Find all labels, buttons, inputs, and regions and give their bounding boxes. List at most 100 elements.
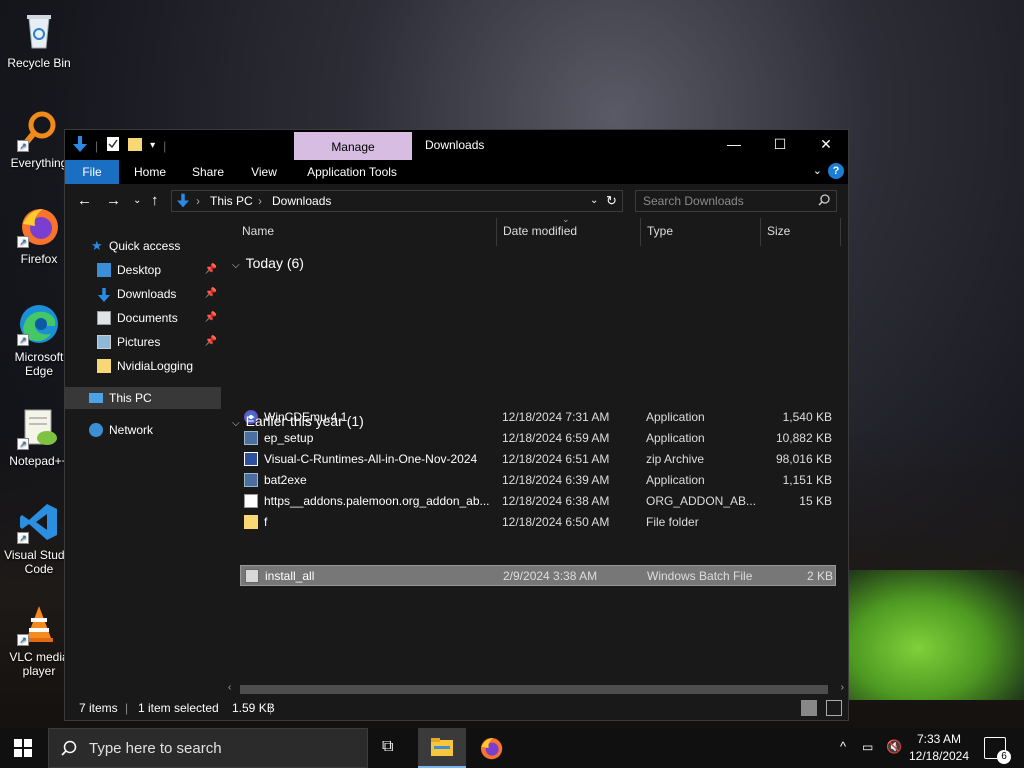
- vscode-icon: ↗: [17, 500, 61, 544]
- large-icons-view-icon[interactable]: [826, 700, 842, 716]
- customize-toolbar-icon[interactable]: ▾: [150, 140, 155, 151]
- status-divider: |: [269, 701, 273, 715]
- group-header-earlier[interactable]: ⌵ Earlier this year (1): [232, 413, 364, 429]
- nav-label: Desktop: [117, 263, 162, 277]
- title-bar[interactable]: | ▾ | Manage Downloads — ☐ ✕: [65, 130, 848, 160]
- up-button[interactable]: ↑: [151, 192, 159, 209]
- file-explorer-window: | ▾ | Manage Downloads — ☐ ✕ File Home S…: [64, 129, 849, 721]
- file-row[interactable]: Visual-C-Runtimes-All-in-One-Nov-2024 12/…: [240, 449, 836, 470]
- notepadpp-icon: ↗: [17, 406, 61, 450]
- minimize-button[interactable]: —: [711, 130, 757, 160]
- column-header-type[interactable]: Type: [641, 218, 761, 246]
- column-header-size[interactable]: Size: [761, 218, 841, 246]
- file-type: Windows Batch File: [647, 569, 753, 583]
- pin-icon: 📌: [204, 288, 217, 299]
- file-name: https__addons.palemoon.org_addon_ab...: [264, 494, 490, 508]
- status-bar: 7 items | 1 item selected 1.59 KB |: [65, 696, 848, 720]
- show-hidden-icons-button[interactable]: ^: [840, 739, 846, 768]
- search-box[interactable]: [635, 190, 837, 212]
- scroll-right-icon[interactable]: ›: [841, 682, 844, 693]
- file-size: 10,882 KB: [775, 431, 832, 445]
- address-bar[interactable]: › This PC › Downloads ⌄ ↻: [171, 190, 623, 212]
- maximize-button[interactable]: ☐: [757, 130, 803, 160]
- nav-label: Documents: [117, 311, 178, 325]
- tab-manage[interactable]: Manage: [294, 132, 412, 160]
- pin-icon: 📌: [204, 264, 217, 275]
- volume-muted-icon[interactable]: 🔇: [886, 739, 902, 768]
- tab-share[interactable]: Share: [181, 160, 235, 184]
- scrollbar-thumb[interactable]: [240, 685, 828, 694]
- taskbar-file-explorer[interactable]: [418, 728, 466, 768]
- properties-icon[interactable]: [106, 136, 120, 155]
- desktop-icon-recycle-bin[interactable]: Recycle Bin: [0, 8, 78, 70]
- breadcrumb-separator: ›: [196, 194, 200, 208]
- breadcrumb-downloads[interactable]: Downloads: [272, 194, 331, 208]
- file-size: 2 KB: [806, 569, 833, 583]
- back-button[interactable]: ←: [77, 192, 92, 209]
- close-button[interactable]: ✕: [803, 130, 849, 160]
- window-title: Downloads: [425, 138, 485, 152]
- ribbon-tabs: File Home Share View Application Tools ⌄…: [65, 160, 848, 184]
- nav-item-downloads[interactable]: Downloads 📌: [65, 283, 221, 305]
- clock-date: 12/18/2024: [908, 749, 970, 763]
- start-button[interactable]: [14, 739, 32, 760]
- file-type: Application: [646, 431, 705, 445]
- expand-ribbon-icon[interactable]: ⌄: [813, 164, 822, 177]
- scroll-left-icon[interactable]: ‹: [228, 682, 231, 693]
- nav-item-nvidialogging[interactable]: NvidiaLogging: [65, 355, 221, 377]
- file-row[interactable]: bat2exe 12/18/2024 6:39 AM Application 1,15…: [240, 470, 836, 491]
- group-header-today[interactable]: ⌵ Today (6): [232, 255, 304, 271]
- nav-this-pc[interactable]: This PC: [65, 387, 221, 409]
- column-header-name[interactable]: Name: [236, 218, 497, 246]
- help-button[interactable]: ?: [828, 163, 844, 179]
- nav-item-desktop[interactable]: Desktop 📌: [65, 259, 221, 281]
- network-status-icon[interactable]: ▭: [862, 740, 873, 768]
- tab-view[interactable]: View: [237, 160, 291, 184]
- sort-indicator-icon: ⌄: [562, 214, 570, 224]
- file-date: 12/18/2024 6:50 AM: [502, 515, 610, 529]
- file-row[interactable]: ep_setup 12/18/2024 6:59 AM Application 10,…: [240, 428, 836, 449]
- recent-locations-button[interactable]: ⌄: [133, 195, 141, 206]
- tab-home[interactable]: Home: [123, 160, 177, 184]
- forward-button[interactable]: →: [106, 192, 121, 209]
- recycle-bin-icon: [17, 8, 61, 52]
- navigation-pane: ★ Quick access Desktop 📌 Downloads 📌 Doc…: [65, 218, 221, 696]
- nav-label: This PC: [109, 391, 152, 405]
- taskbar-firefox[interactable]: [478, 735, 504, 764]
- group-label: Earlier this year (1): [245, 413, 364, 429]
- new-folder-icon[interactable]: [128, 136, 143, 155]
- navigation-bar: ← → ⌄ ↑ › This PC › Downloads ⌄ ↻: [65, 184, 848, 218]
- wallpaper-tent: [848, 570, 1024, 700]
- file-row[interactable]: install_all 2/9/2024 3:38 AM Windows Batch…: [240, 565, 836, 586]
- file-type: Application: [646, 473, 705, 487]
- zip-icon: [244, 452, 258, 466]
- shortcut-arrow-icon: ↗: [17, 140, 29, 152]
- nav-item-documents[interactable]: Documents 📌: [65, 307, 221, 329]
- file-type: zip Archive: [646, 452, 705, 466]
- nav-network[interactable]: Network: [65, 419, 221, 441]
- chevron-down-icon: ⌵: [232, 260, 240, 271]
- address-dropdown-icon[interactable]: ⌄: [590, 195, 598, 206]
- nav-quick-access[interactable]: ★ Quick access: [65, 235, 221, 257]
- search-icon[interactable]: [818, 194, 830, 209]
- taskbar-search-box[interactable]: Type here to search: [48, 728, 368, 768]
- horizontal-scrollbar[interactable]: ‹ ›: [222, 682, 848, 696]
- breadcrumb-this-pc[interactable]: This PC: [210, 194, 253, 208]
- file-size: 15 KB: [799, 494, 832, 508]
- task-view-icon[interactable]: ⧉: [382, 738, 393, 756]
- file-row[interactable]: f 12/18/2024 6:50 AM File folder: [240, 512, 836, 533]
- file-date: 12/18/2024 6:38 AM: [502, 494, 610, 508]
- file-row[interactable]: https__addons.palemoon.org_addon_ab... 12…: [240, 491, 836, 512]
- details-view-icon[interactable]: [801, 700, 817, 716]
- nav-item-pictures[interactable]: Pictures 📌: [65, 331, 221, 353]
- refresh-icon[interactable]: ↻: [606, 193, 617, 209]
- status-item-count: 7 items: [79, 701, 118, 715]
- tab-file[interactable]: File: [65, 160, 119, 184]
- file-name: ep_setup: [264, 431, 314, 445]
- notification-center-icon[interactable]: 6: [984, 737, 1011, 764]
- search-input[interactable]: [636, 191, 806, 211]
- clock[interactable]: 7:33 AM 12/18/2024: [908, 731, 970, 768]
- file-name: Visual-C-Runtimes-All-in-One-Nov-2024: [264, 452, 478, 466]
- quick-access-toolbar: | ▾ |: [73, 136, 166, 155]
- tab-application-tools[interactable]: Application Tools: [298, 160, 406, 184]
